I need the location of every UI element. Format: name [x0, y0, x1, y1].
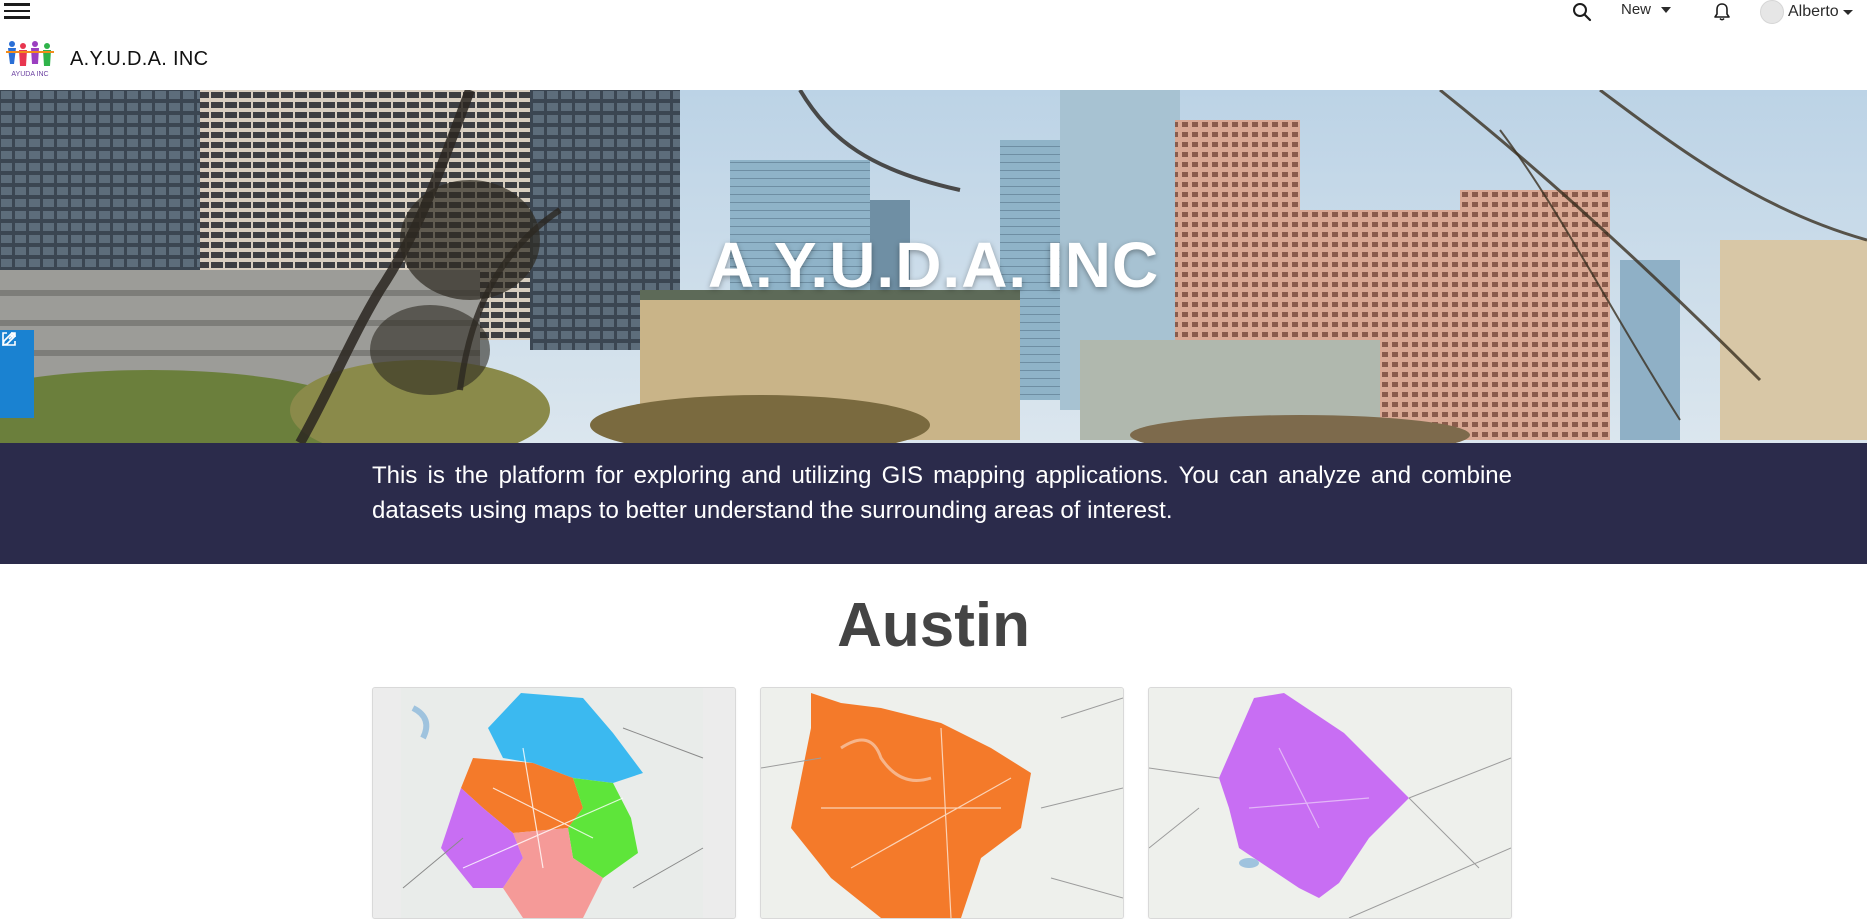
ayuda-logo: AYUDA INC [6, 41, 54, 78]
chevron-down-icon [1842, 9, 1853, 15]
map-thumbnail-3 [1149, 688, 1511, 918]
user-name: Alberto [1788, 3, 1839, 20]
hero-title: A.Y.U.D.A. INC [707, 229, 1160, 301]
map-card-1[interactable] [372, 687, 736, 919]
svg-text:AYUDA INC: AYUDA INC [11, 71, 48, 78]
map-thumbnail-1 [373, 688, 735, 918]
new-button[interactable]: New [1621, 1, 1672, 18]
intro-band: This is the platform for exploring and u… [0, 443, 1867, 564]
chevron-down-icon [1661, 6, 1672, 13]
side-toolbar [0, 330, 34, 418]
hamburger-menu-icon[interactable] [4, 0, 30, 22]
map-thumbnail-2 [761, 688, 1123, 918]
hero-banner: A.Y.U.D.A. INC [0, 90, 1867, 443]
top-navigation-bar: New Alberto AYUDA INC A.Y.U.D.A. INC [0, 0, 1867, 90]
section-title: Austin [837, 591, 1030, 660]
new-button-label: New [1621, 1, 1652, 18]
map-card-2[interactable] [760, 687, 1124, 919]
bell-icon[interactable] [1712, 2, 1732, 22]
brand[interactable]: AYUDA INC A.Y.U.D.A. INC [4, 38, 208, 80]
share-tool-button[interactable] [0, 332, 34, 418]
map-card-3[interactable] [1148, 687, 1512, 919]
user-menu[interactable]: Alberto [1760, 0, 1853, 24]
search-icon[interactable] [1572, 2, 1592, 22]
intro-text: This is the platform for exploring and u… [372, 462, 1512, 524]
avatar [1760, 0, 1784, 24]
site-title: A.Y.U.D.A. INC [70, 47, 209, 70]
share-icon [2, 332, 16, 346]
